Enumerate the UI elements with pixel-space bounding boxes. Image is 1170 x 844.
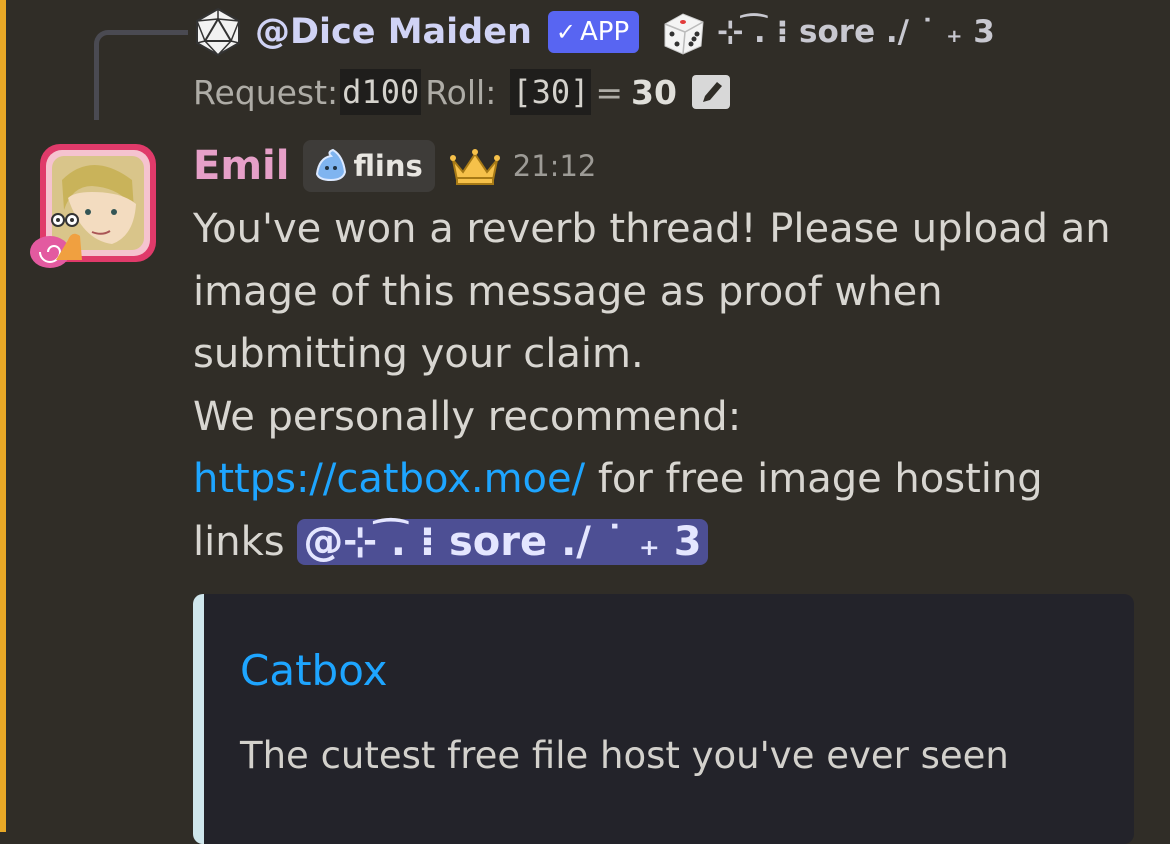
reply-user-mention[interactable]: ⊹ ͡. ⁝ sore ./ ˙ ₊ 3 (717, 14, 995, 50)
recommend-text: We personally recommend: (193, 393, 742, 440)
link-embed: Catbox The cutest free file host you've … (193, 594, 1134, 844)
embed-description: The cutest free file host you've ever se… (240, 734, 1009, 777)
server-tag-label: flins (353, 149, 423, 183)
equals-sign: = (595, 72, 624, 112)
message-text-line2: We personally recommend: https://catbox.… (193, 386, 1143, 574)
d20-avatar-icon[interactable] (193, 7, 243, 57)
dice-icon (664, 13, 704, 55)
bot-name[interactable]: @Dice Maiden (255, 12, 532, 52)
app-badge: ✓ APP (547, 11, 640, 53)
reply-connector (94, 30, 188, 120)
user-avatar[interactable] (22, 140, 162, 270)
roll-total: 30 (631, 72, 677, 112)
snail-icon (30, 213, 82, 268)
message-header: Emil flins 21:12 (193, 136, 596, 196)
embed-title[interactable]: Catbox (240, 646, 387, 695)
message-content: You've won a reverb thread! Please uploa… (193, 198, 1143, 573)
crown-icon (449, 149, 500, 185)
roll-result[interactable]: Request: d100 Roll: [30] = 30 (193, 64, 731, 120)
highlight-bar (0, 0, 6, 832)
request-label: Request: (193, 72, 339, 112)
app-badge-label: APP (579, 17, 630, 47)
username[interactable]: Emil (193, 143, 289, 189)
slime-icon (316, 148, 347, 182)
user-mention[interactable]: @⊹ ͡. ⁝ sore ./ ˙ ₊ 3 (297, 518, 708, 565)
check-icon: ✓ (555, 18, 576, 46)
timestamp[interactable]: 21:12 (513, 149, 597, 183)
message-text-line1: You've won a reverb thread! Please uploa… (193, 206, 1111, 377)
edit-icon (691, 75, 730, 109)
roll-value: [30] (510, 69, 592, 115)
catbox-link[interactable]: https://catbox.moe/ (193, 456, 585, 502)
server-tag[interactable]: flins (303, 140, 435, 192)
embed-accent-bar (193, 594, 204, 844)
reply-header[interactable]: @Dice Maiden ✓ APP ⊹ ͡. ⁝ sore ./ ˙ ₊ 3 (193, 0, 1170, 64)
roll-label: Roll: (425, 72, 497, 112)
request-value: d100 (340, 69, 422, 115)
